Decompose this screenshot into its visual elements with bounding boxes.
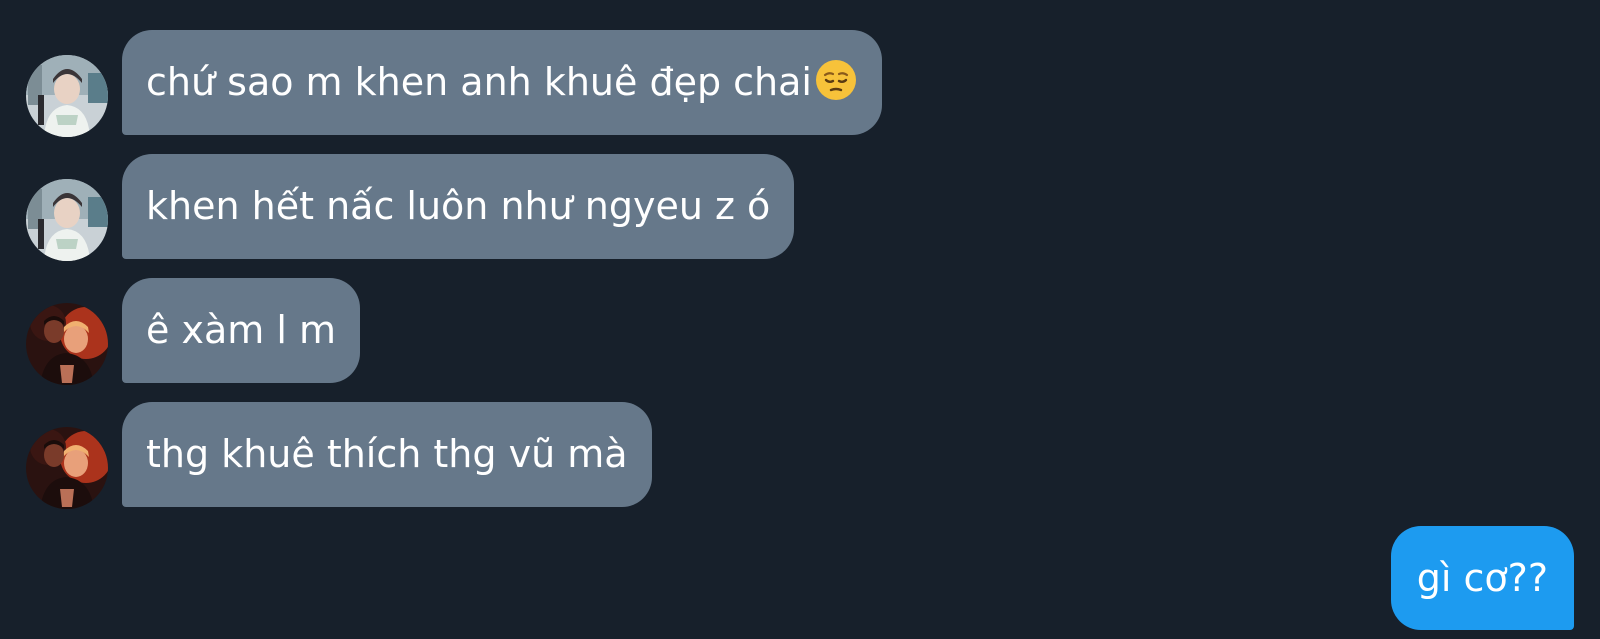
chat-thread: chứ sao m khen anh khuê đẹp chai khen hế… — [0, 0, 1600, 639]
message-text: chứ sao m khen anh khuê đẹp chai — [146, 60, 812, 104]
message-text: gì cơ?? — [1416, 556, 1548, 600]
outgoing-message-bubble[interactable]: gì cơ?? — [1390, 526, 1574, 630]
message-bubble[interactable]: thg khuê thích thg vũ mà — [122, 402, 652, 507]
avatar-photo-a — [26, 55, 108, 137]
avatar[interactable] — [26, 427, 108, 509]
message-text: thg khuê thích thg vũ mà — [146, 432, 628, 476]
pensive-face-emoji-icon — [814, 58, 858, 102]
avatar[interactable] — [26, 179, 108, 261]
message-bubble[interactable]: khen hết nấc luôn như ngyeu z ó — [122, 154, 795, 259]
avatar[interactable] — [26, 55, 108, 137]
avatar[interactable] — [26, 303, 108, 385]
message-text: ê xàm l m — [146, 308, 336, 352]
avatar-photo-b — [26, 303, 108, 385]
avatar-photo-b — [26, 427, 108, 509]
message-bubble[interactable]: chứ sao m khen anh khuê đẹp chai — [122, 30, 882, 135]
message-bubble[interactable]: ê xàm l m — [122, 278, 360, 383]
message-text: khen hết nấc luôn như ngyeu z ó — [146, 184, 771, 228]
avatar-photo-a — [26, 179, 108, 261]
